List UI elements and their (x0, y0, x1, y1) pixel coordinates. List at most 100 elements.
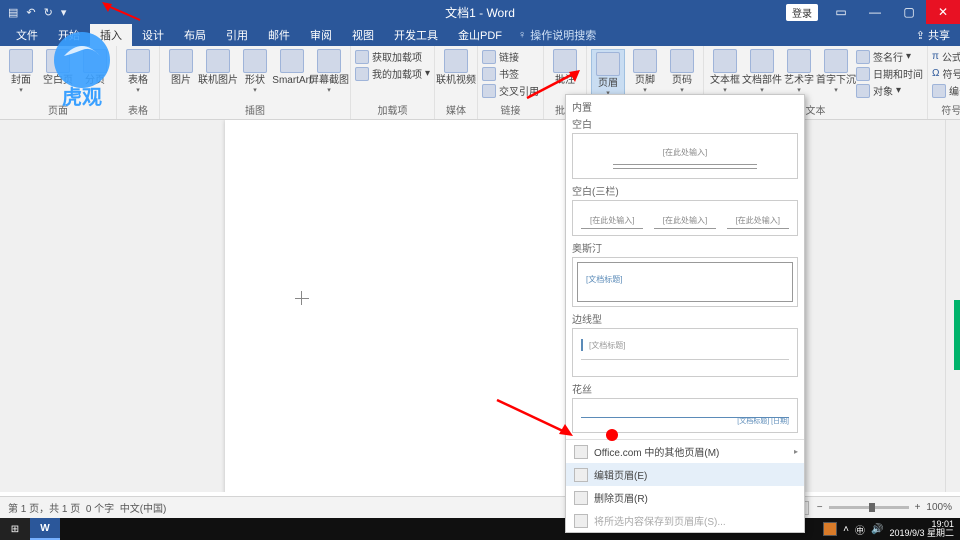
equation-button[interactable]: π公式 ▾ (932, 49, 960, 64)
wordart-button[interactable]: 艺术字▾ (782, 49, 816, 94)
group-symbols: π公式 ▾ Ω符号 ▾ 编号 符号 (928, 46, 960, 119)
zoom-control[interactable]: − + 100% (817, 502, 952, 513)
cover-page-button[interactable]: 封面▾ (4, 49, 38, 94)
blank-page-icon (46, 49, 70, 73)
group-media: 联机视频 媒体 (435, 46, 478, 119)
tab-insert[interactable]: 插入 (90, 24, 132, 46)
table-button[interactable]: 表格▾ (121, 49, 155, 94)
minimize-button[interactable]: — (858, 0, 892, 24)
pictures-button[interactable]: 图片 (164, 49, 198, 86)
gallery-item-filigree[interactable]: [文档标题] [日期] (572, 398, 798, 433)
page-break-button[interactable]: 分页 (78, 49, 112, 86)
close-button[interactable]: ✕ (926, 0, 960, 24)
header-button[interactable]: 页眉▾ (591, 49, 625, 98)
language-indicator[interactable]: 中文(中国) (120, 500, 167, 515)
tab-developer[interactable]: 开发工具 (384, 24, 448, 46)
tab-file[interactable]: 文件 (6, 24, 48, 46)
textbox-button[interactable]: 文本框▾ (708, 49, 742, 94)
object-button[interactable]: 对象 ▾ (856, 83, 923, 98)
tray-chevron-icon[interactable]: ˄ (843, 524, 849, 535)
gallery-section-sideline: 边线型 (572, 311, 798, 326)
qat-customize-icon[interactable]: ▾ (61, 6, 67, 19)
table-icon (126, 49, 150, 73)
tab-design[interactable]: 设计 (132, 24, 174, 46)
omega-icon: Ω (932, 68, 939, 79)
word-count[interactable]: 0 个字 (86, 500, 114, 515)
undo-icon[interactable]: ↶ (26, 6, 35, 19)
tab-view[interactable]: 视图 (342, 24, 384, 46)
signature-icon (856, 50, 870, 64)
gallery-item-blank[interactable]: [在此处输入] (572, 133, 798, 179)
tab-review[interactable]: 审阅 (300, 24, 342, 46)
tab-references[interactable]: 引用 (216, 24, 258, 46)
zoom-out-icon[interactable]: − (817, 502, 823, 513)
page[interactable] (225, 120, 565, 492)
link-button[interactable]: 链接 (482, 49, 539, 64)
maximize-button[interactable]: ▢ (892, 0, 926, 24)
gallery-item-sideline[interactable]: [文档标题] (572, 328, 798, 377)
crossref-button[interactable]: 交叉引用 (482, 83, 539, 98)
gallery-item-blank3col[interactable]: [在此处输入] [在此处输入] [在此处输入] (572, 200, 798, 236)
login-button[interactable]: 登录 (786, 4, 818, 21)
redo-icon[interactable]: ↻ (44, 6, 53, 19)
zoom-in-icon[interactable]: + (915, 502, 921, 513)
zoom-level[interactable]: 100% (926, 502, 952, 513)
online-pictures-button[interactable]: 联机图片 (201, 49, 235, 86)
tray-app-icon[interactable] (823, 522, 837, 536)
get-addins-button[interactable]: 获取加载项 (355, 49, 430, 64)
tell-me[interactable]: ♀ 操作说明搜索 (518, 27, 596, 43)
tab-home[interactable]: 开始 (48, 24, 90, 46)
group-label: 加载项 (355, 101, 430, 117)
group-tables: 表格▾ 表格 (117, 46, 160, 119)
page-indicator[interactable]: 第 1 页，共 1 页 (8, 500, 80, 515)
ime-icon[interactable]: ㊥ (855, 522, 865, 537)
share-button[interactable]: ⇪ 共享 (916, 27, 950, 43)
shapes-icon (243, 49, 267, 73)
document-canvas[interactable] (0, 120, 960, 492)
screenshot-button[interactable]: 屏幕截图▾ (312, 49, 346, 94)
footer-button[interactable]: 页脚▾ (628, 49, 662, 94)
group-links: 链接 书签 交叉引用 链接 (478, 46, 544, 119)
system-tray: ˄ ㊥ 🔊 19:01 2019/9/3 星期二 (823, 520, 960, 538)
gallery-item-austin[interactable]: [文档标题] (572, 257, 798, 307)
symbol-button[interactable]: Ω符号 ▾ (932, 66, 960, 81)
header-gallery: 内置 空白 [在此处输入] 空白(三栏) [在此处输入] [在此处输入] [在此… (565, 94, 805, 533)
clock[interactable]: 19:01 2019/9/3 星期二 (889, 520, 956, 538)
start-button[interactable]: ⊞ (0, 518, 30, 540)
number-icon (932, 84, 946, 98)
pictures-icon (169, 49, 193, 73)
cover-page-icon (9, 49, 33, 73)
volume-icon[interactable]: 🔊 (871, 524, 883, 535)
edit-header[interactable]: 编辑页眉(E) (566, 463, 804, 486)
datetime-button[interactable]: 日期和时间 (856, 66, 923, 81)
smartart-button[interactable]: SmartArt (275, 49, 309, 86)
page-break-icon (83, 49, 107, 73)
number-button[interactable]: 编号 (932, 83, 960, 98)
online-video-button[interactable]: 联机视频 (439, 49, 473, 86)
gallery-section-filigree: 花丝 (572, 381, 798, 396)
my-addins-button[interactable]: 我的加载项 ▾ (355, 66, 430, 81)
comment-button[interactable]: 批注 (548, 49, 582, 86)
zoom-slider[interactable] (829, 506, 909, 509)
page-number-icon (670, 49, 694, 73)
bookmark-button[interactable]: 书签 (482, 66, 539, 81)
save-icon[interactable]: ▤ (8, 6, 18, 19)
status-bar: 第 1 页，共 1 页 0 个字 中文(中国) − + 100% (0, 496, 960, 518)
blank-page-button[interactable]: 空白页 (41, 49, 75, 86)
more-headers-office[interactable]: Office.com 中的其他页眉(M)▸ (566, 440, 804, 463)
save-to-gallery: 将所选内容保存到页眉库(S)... (566, 509, 804, 532)
quickparts-button[interactable]: 文档部件▾ (745, 49, 779, 94)
group-label: 链接 (482, 101, 539, 117)
remove-header[interactable]: 删除页眉(R) (566, 486, 804, 509)
taskbar-word[interactable]: W (30, 518, 60, 540)
dropcap-button[interactable]: 首字下沉▾ (819, 49, 853, 94)
ribbon-options-icon[interactable]: ▭ (824, 0, 858, 24)
shapes-button[interactable]: 形状▾ (238, 49, 272, 94)
gallery-section-builtin: 内置 (572, 99, 798, 114)
tab-layout[interactable]: 布局 (174, 24, 216, 46)
signature-button[interactable]: 签名行 ▾ (856, 49, 923, 64)
tab-mailings[interactable]: 邮件 (258, 24, 300, 46)
page-number-button[interactable]: 页码▾ (665, 49, 699, 94)
wordart-icon (787, 49, 811, 73)
tab-pdf[interactable]: 金山PDF (448, 24, 512, 46)
